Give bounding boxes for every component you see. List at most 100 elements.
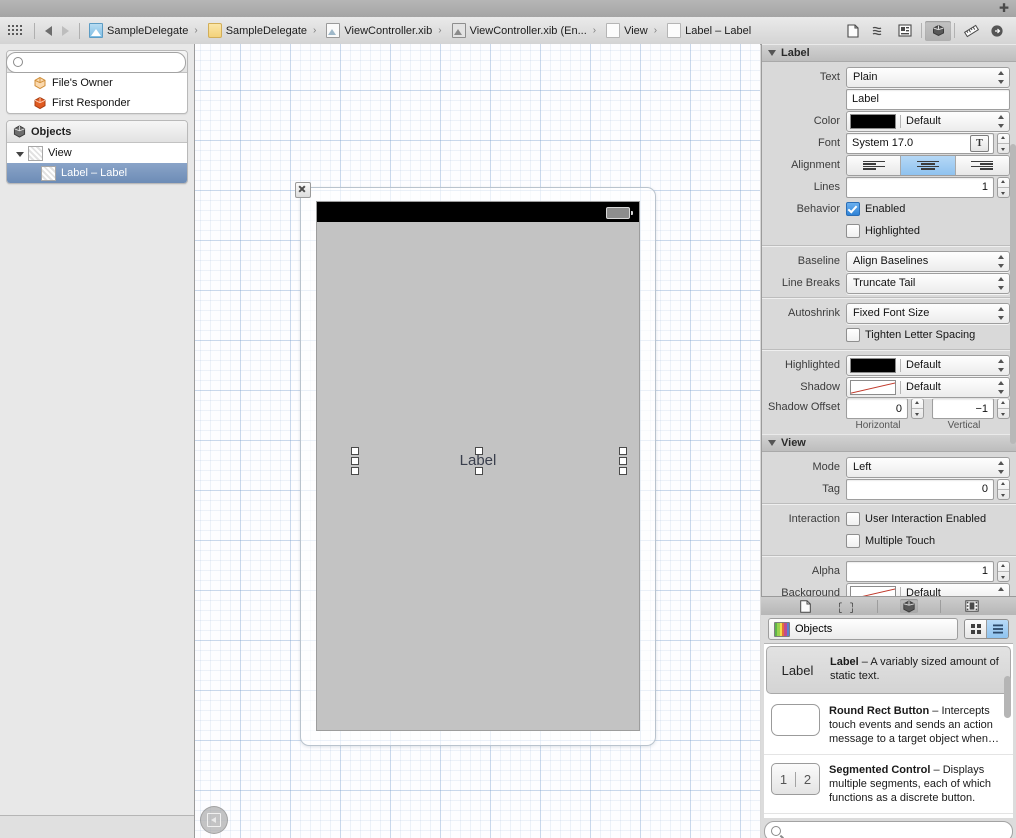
disclosure-triangle-icon[interactable] [17, 149, 26, 158]
popup-value: Default [906, 381, 941, 393]
field-value: −1 [975, 403, 988, 415]
resize-handle-top-left[interactable] [351, 447, 359, 455]
highlighted-checkbox[interactable] [846, 224, 860, 238]
alpha-field[interactable]: 1 [846, 561, 994, 582]
jump-bar: SampleDelegate › SampleDelegate › ViewCo… [0, 17, 1016, 45]
font-field[interactable]: System 17.0 T [846, 133, 994, 154]
enabled-checkbox[interactable] [846, 202, 860, 216]
segment-1: 1 [772, 772, 795, 787]
lines-stepper[interactable] [997, 177, 1010, 198]
alpha-stepper[interactable] [997, 561, 1010, 582]
grid-view-icon[interactable] [965, 620, 986, 638]
disclosure-triangle-icon[interactable] [768, 440, 776, 446]
attributes-inspector-tab[interactable] [925, 21, 951, 41]
resize-handle-bottom-left[interactable] [351, 467, 359, 475]
breadcrumb-item-3[interactable]: ViewController.xib (En... › [449, 17, 604, 44]
align-right-segment[interactable] [955, 156, 1009, 175]
quick-help-inspector-tab[interactable] [866, 21, 892, 41]
color-swatch-clear[interactable] [850, 380, 896, 395]
add-icon[interactable]: ✚ [998, 2, 1010, 14]
resize-handle-left[interactable] [351, 457, 359, 465]
shadow-offset-horizontal-stepper[interactable] [911, 398, 924, 419]
align-left-segment[interactable] [847, 156, 900, 175]
inspector-scrollbar[interactable] [1010, 144, 1016, 444]
baseline-popup[interactable]: Align Baselines [846, 251, 1010, 272]
file-inspector-tab[interactable] [840, 21, 866, 41]
library-item-list[interactable]: Label Label – A variably sized amount of… [764, 643, 1013, 818]
autoshrink-popup[interactable]: Fixed Font Size [846, 303, 1010, 324]
window-titlebar: ✚ [0, 0, 1016, 18]
library-filter-popup[interactable]: Objects [768, 618, 958, 640]
text-type-popup[interactable]: Plain [846, 67, 1010, 88]
align-center-segment[interactable] [900, 156, 954, 175]
shadow-offset-vertical-field[interactable]: −1 [932, 398, 994, 419]
forward-arrow-icon[interactable] [57, 23, 73, 39]
connections-inspector-tab[interactable] [984, 21, 1010, 41]
resize-handle-top-right[interactable] [619, 447, 627, 455]
font-picker-icon[interactable]: T [970, 135, 989, 152]
file-template-library-tab[interactable] [797, 599, 815, 613]
resize-handle-bottom-right[interactable] [619, 467, 627, 475]
resize-handle-top[interactable] [475, 447, 483, 455]
row-behavior-highlighted: Highlighted [762, 220, 1016, 242]
size-inspector-tab[interactable] [958, 21, 984, 41]
library-item-label[interactable]: Label Label – A variably sized amount of… [766, 646, 1011, 694]
alignment-control[interactable] [846, 155, 1010, 176]
section-header-view[interactable]: View [762, 434, 1016, 452]
resize-handle-bottom[interactable] [475, 467, 483, 475]
library-scrollbar[interactable] [1004, 676, 1011, 718]
resize-handle-right[interactable] [619, 457, 627, 465]
user-interaction-enabled-checkbox[interactable] [846, 512, 860, 526]
library-search-field[interactable] [764, 821, 1013, 838]
outline-item-label[interactable]: Label – Label [7, 163, 187, 183]
line-breaks-popup[interactable]: Truncate Tail [846, 273, 1010, 294]
interface-builder-canvas[interactable]: Label [195, 44, 760, 838]
shadow-color-popup[interactable]: Default [846, 377, 1010, 398]
row-label: Highlighted [762, 359, 846, 371]
identity-inspector-tab[interactable] [892, 21, 918, 41]
shadow-offset-vertical-stepper[interactable] [997, 398, 1010, 419]
breadcrumb-item-0[interactable]: SampleDelegate › [86, 17, 205, 44]
breadcrumb-item-2[interactable]: ViewController.xib › [323, 17, 448, 44]
outline-filter-field[interactable] [6, 52, 186, 73]
outline-item-view[interactable]: View [7, 143, 187, 163]
breadcrumb-item-1[interactable]: SampleDelegate › [205, 17, 324, 44]
multiple-touch-checkbox[interactable] [846, 534, 860, 548]
collapse-panel-icon[interactable] [200, 806, 228, 834]
breadcrumb-item-5[interactable]: Label – Label [664, 17, 754, 44]
back-arrow-icon[interactable] [41, 23, 57, 39]
library-item-round-rect-button[interactable]: Round Rect Button – Intercepts touch eve… [764, 696, 1013, 755]
highlighted-color-popup[interactable]: Default [846, 355, 1010, 376]
divider [762, 349, 1016, 351]
outline-item-first-responder[interactable]: First Responder [7, 93, 187, 113]
row-label: Alignment [762, 159, 846, 171]
media-library-tab[interactable] [963, 599, 981, 613]
label-text-field[interactable]: Label [846, 89, 1010, 110]
section-header-label[interactable]: Label [762, 44, 1016, 62]
device-frame[interactable]: Label [300, 187, 656, 746]
text-color-popup[interactable]: Default [846, 111, 1010, 132]
library-item-segmented-control[interactable]: 1 2 Segmented Control – Displays multipl… [764, 755, 1013, 814]
font-size-stepper[interactable] [997, 133, 1010, 154]
lines-field[interactable]: 1 [846, 177, 994, 198]
code-snippet-library-tab[interactable]: { } [837, 599, 855, 613]
close-badge-icon[interactable] [295, 182, 311, 198]
tag-stepper[interactable] [997, 479, 1010, 500]
related-items-grid-icon[interactable] [8, 25, 24, 37]
tag-field[interactable]: 0 [846, 479, 994, 500]
objects-title: Objects [31, 126, 71, 138]
tighten-letter-spacing-checkbox[interactable] [846, 328, 860, 342]
shadow-offset-horizontal-field[interactable]: 0 [846, 398, 908, 419]
outline-item-files-owner[interactable]: File's Owner [7, 73, 187, 93]
library-view-toggle[interactable] [964, 619, 1009, 639]
object-library-tab[interactable] [900, 599, 918, 613]
breadcrumb-item-4[interactable]: View › [603, 17, 664, 44]
disclosure-triangle-icon[interactable] [768, 50, 776, 56]
color-swatch[interactable] [850, 114, 896, 129]
attributes-inspector[interactable]: Label Text Plain Label Color [761, 44, 1016, 609]
view-screen[interactable]: Label [316, 201, 640, 731]
row-label: Baseline [762, 255, 846, 267]
mode-popup[interactable]: Left [846, 457, 1010, 478]
list-view-icon[interactable] [986, 620, 1008, 638]
color-swatch[interactable] [850, 358, 896, 373]
